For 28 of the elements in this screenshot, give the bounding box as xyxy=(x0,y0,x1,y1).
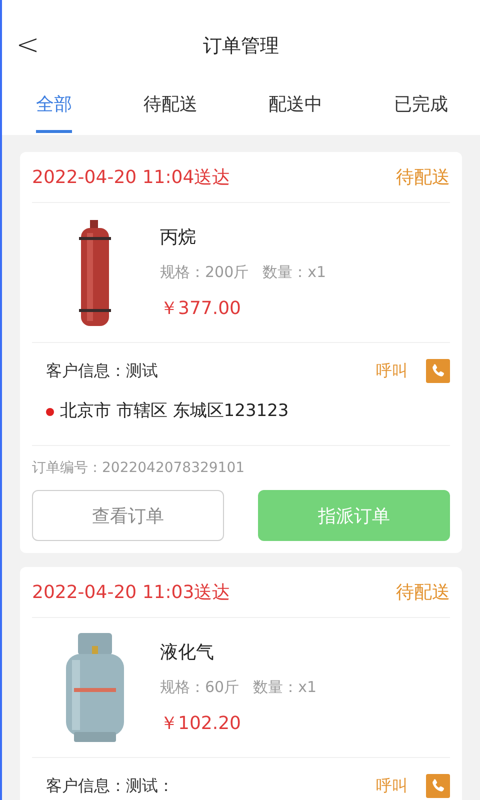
product-name: 液化气 xyxy=(160,641,215,664)
tab[interactable]: 配送中 xyxy=(268,92,323,133)
spec-text: 规格：60斤 xyxy=(160,678,240,697)
phone-icon[interactable] xyxy=(426,774,450,798)
tab[interactable]: 待配送 xyxy=(143,92,198,133)
quantity-text: 数量：x1 xyxy=(262,263,326,282)
product-name: 丙烷 xyxy=(160,226,197,249)
delivery-time: 2022-04-20 11:04送达 xyxy=(32,166,230,189)
customer-info: 客户信息：测试： xyxy=(46,776,174,796)
order-number: 订单编号：2022042078329101 xyxy=(32,459,246,478)
back-button[interactable]: < xyxy=(16,28,40,61)
order-status: 待配送 xyxy=(396,166,450,189)
phone-icon[interactable] xyxy=(426,359,450,383)
quantity-text: 数量：x1 xyxy=(253,678,317,697)
tab[interactable]: 全部 xyxy=(36,92,72,133)
location-dot-icon xyxy=(46,408,54,416)
order-button[interactable]: 查看订单 xyxy=(32,490,224,541)
price: ￥102.20 xyxy=(160,712,242,735)
call-link[interactable]: 呼叫 xyxy=(376,776,408,796)
tab[interactable]: 已完成 xyxy=(394,92,448,133)
address: 北京市 市辖区 东城区123123 xyxy=(60,400,289,422)
price: ￥377.00 xyxy=(160,297,242,320)
page-title: 订单管理 xyxy=(203,34,279,59)
customer-info: 客户信息：测试 xyxy=(46,360,158,382)
spec-text: 规格：200斤 xyxy=(160,263,249,282)
delivery-time: 2022-04-20 11:03送达 xyxy=(32,581,230,604)
order-status: 待配送 xyxy=(396,581,450,604)
call-link[interactable]: 呼叫 xyxy=(376,360,408,382)
